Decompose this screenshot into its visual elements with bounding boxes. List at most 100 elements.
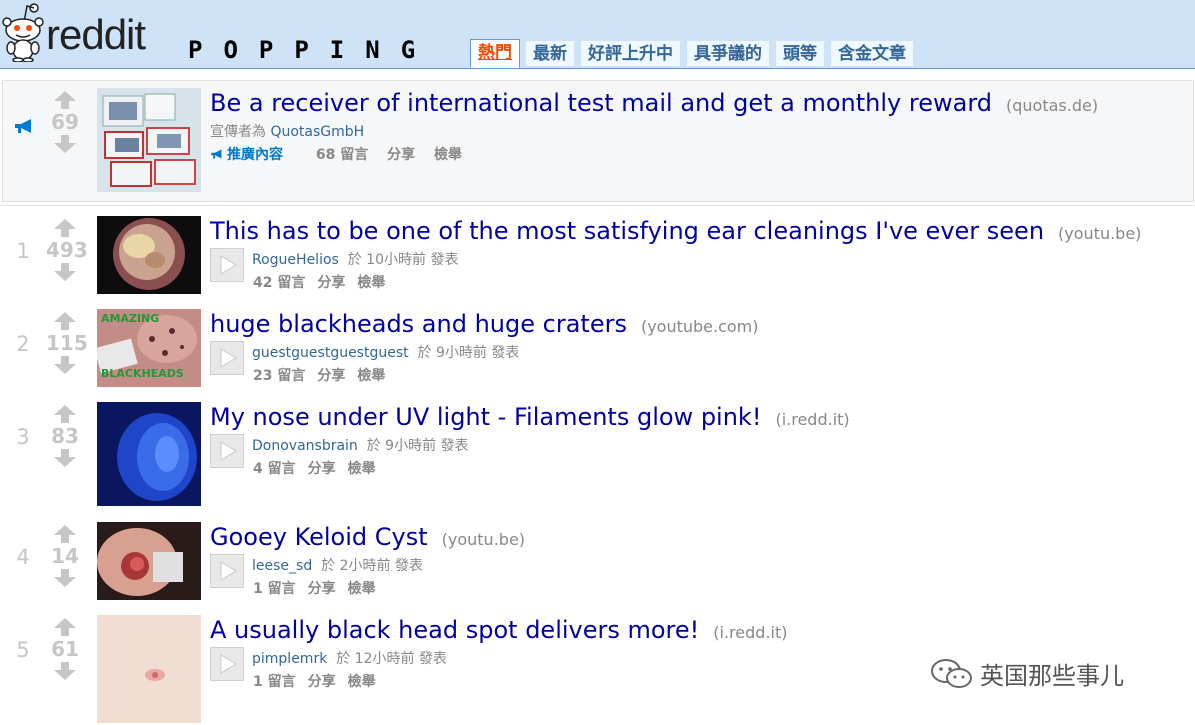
promoted-vote: 69	[46, 90, 84, 154]
share-button[interactable]: 分享	[308, 581, 336, 597]
post-title-row: This has to be one of the most satisfyin…	[210, 217, 1141, 245]
tab-new[interactable]: 最新	[525, 40, 575, 66]
post-vote: 61	[46, 617, 84, 681]
downvote-arrow-icon[interactable]	[53, 661, 77, 681]
share-button[interactable]: 分享	[308, 461, 336, 477]
post-author[interactable]: QuotasGmbH	[270, 124, 364, 140]
video-expando-icon[interactable]	[210, 341, 244, 375]
post-buttons: 1 留言 分享 檢舉	[253, 578, 388, 598]
post-author[interactable]: guestguestguestguest	[252, 345, 409, 361]
post-buttons: 4 留言 分享 檢舉	[253, 458, 388, 478]
watermark-text: 英国那些事儿	[980, 662, 1124, 690]
upvote-arrow-icon[interactable]	[53, 218, 77, 238]
comments-link[interactable]: 4 留言	[253, 461, 296, 477]
post-domain[interactable]: (youtube.com)	[641, 317, 759, 336]
post-title[interactable]: huge blackheads and huge craters	[210, 310, 627, 338]
tab-gilded[interactable]: 含金文章	[830, 40, 914, 66]
reddit-logo-text[interactable]: reddit	[46, 14, 146, 56]
tab-rising[interactable]: 好評上升中	[580, 40, 681, 66]
post-title[interactable]: This has to be one of the most satisfyin…	[210, 217, 1044, 245]
report-button[interactable]: 檢舉	[357, 275, 385, 291]
post-time: 於 12小時前 發表	[336, 651, 447, 667]
reddit-alien-icon[interactable]	[0, 2, 46, 62]
report-button[interactable]: 檢舉	[348, 461, 376, 477]
divider	[0, 205, 1195, 206]
downvote-arrow-icon[interactable]	[53, 355, 77, 375]
upvote-arrow-icon[interactable]	[53, 524, 77, 544]
score: 61	[51, 637, 79, 661]
post-author[interactable]: pimplemrk	[252, 651, 327, 667]
tab-controversial[interactable]: 具爭議的	[686, 40, 770, 66]
post-vote: 14	[46, 524, 84, 588]
promoted-title-row: Be a receiver of international test mail…	[210, 89, 1098, 117]
post-author[interactable]: Donovansbrain	[252, 438, 358, 454]
report-button[interactable]: 檢舉	[434, 147, 462, 163]
post-vote: 83	[46, 404, 84, 468]
post-domain[interactable]: (i.redd.it)	[775, 410, 849, 429]
promoted-thumbnail[interactable]	[97, 88, 201, 192]
promoted-label: 推廣內容	[210, 147, 297, 163]
megaphone-small-icon	[211, 149, 222, 159]
post-title[interactable]: Be a receiver of international test mail…	[210, 89, 992, 117]
promoted-label-text: 推廣內容	[227, 147, 283, 163]
upvote-arrow-icon[interactable]	[53, 311, 77, 331]
post-buttons: 23 留言 分享 檢舉	[253, 365, 397, 385]
wechat-icon	[931, 658, 972, 688]
post-domain[interactable]: (i.redd.it)	[713, 623, 787, 642]
post-rank: 4	[16, 545, 30, 569]
comments-link[interactable]: 23 留言	[253, 368, 305, 384]
tab-top[interactable]: 頭等	[775, 40, 825, 66]
score: 69	[51, 110, 79, 134]
post-thumbnail[interactable]	[97, 522, 201, 600]
image-expando-icon[interactable]	[210, 647, 244, 681]
image-expando-icon[interactable]	[210, 434, 244, 468]
upvote-arrow-icon[interactable]	[53, 90, 77, 110]
post-author[interactable]: RogueHelios	[252, 252, 339, 268]
promoted-tagline: 宣傳者為 QuotasGmbH	[210, 121, 364, 141]
report-button[interactable]: 檢舉	[357, 368, 385, 384]
post-tagline: pimplemrk 於 12小時前 發表	[252, 648, 447, 668]
post-domain[interactable]: (youtu.be)	[1058, 224, 1141, 243]
comments-link[interactable]: 42 留言	[253, 275, 305, 291]
post-thumbnail[interactable]: AMAZING BLACKHEADS	[97, 309, 201, 387]
post-time: 於 9小時前 發表	[366, 438, 469, 454]
post-title[interactable]: Gooey Keloid Cyst	[210, 523, 428, 551]
post-author[interactable]: leese_sd	[252, 558, 312, 574]
report-button[interactable]: 檢舉	[348, 674, 376, 690]
downvote-arrow-icon[interactable]	[53, 568, 77, 588]
post-thumbnail[interactable]	[97, 615, 201, 723]
post-title[interactable]: My nose under UV light - Filaments glow …	[210, 403, 761, 431]
comments-link[interactable]: 1 留言	[253, 674, 296, 690]
upvote-arrow-icon[interactable]	[53, 404, 77, 424]
post-domain[interactable]: (quotas.de)	[1006, 96, 1098, 115]
thumb-caption-top: AMAZING	[101, 312, 160, 325]
share-button[interactable]: 分享	[308, 674, 336, 690]
post-rank: 2	[16, 332, 30, 356]
post-title[interactable]: A usually black head spot delivers more!	[210, 616, 699, 644]
post-vote: 115	[46, 311, 88, 375]
share-button[interactable]: 分享	[317, 368, 345, 384]
report-button[interactable]: 檢舉	[348, 581, 376, 597]
subreddit-name[interactable]: POPPING	[188, 36, 436, 64]
share-button[interactable]: 分享	[387, 147, 415, 163]
post-title-row: My nose under UV light - Filaments glow …	[210, 403, 850, 431]
post-thumbnail[interactable]	[97, 216, 201, 294]
megaphone-icon	[15, 119, 31, 133]
post-rank: 3	[16, 425, 30, 449]
video-expando-icon[interactable]	[210, 554, 244, 588]
comments-link[interactable]: 68 留言	[316, 147, 368, 163]
score: 14	[51, 544, 79, 568]
downvote-arrow-icon[interactable]	[53, 448, 77, 468]
video-expando-icon[interactable]	[210, 248, 244, 282]
post-domain[interactable]: (youtu.be)	[442, 530, 525, 549]
post-tagline: leese_sd 於 2小時前 發表	[252, 555, 423, 575]
downvote-arrow-icon[interactable]	[53, 262, 77, 282]
downvote-arrow-icon[interactable]	[53, 134, 77, 154]
share-button[interactable]: 分享	[317, 275, 345, 291]
score: 115	[46, 331, 88, 355]
upvote-arrow-icon[interactable]	[53, 617, 77, 637]
sort-tabs: 熱門 最新 好評上升中 具爭議的 頭等 含金文章	[470, 39, 919, 68]
comments-link[interactable]: 1 留言	[253, 581, 296, 597]
tab-hot[interactable]: 熱門	[470, 39, 520, 68]
post-thumbnail[interactable]	[97, 402, 201, 506]
